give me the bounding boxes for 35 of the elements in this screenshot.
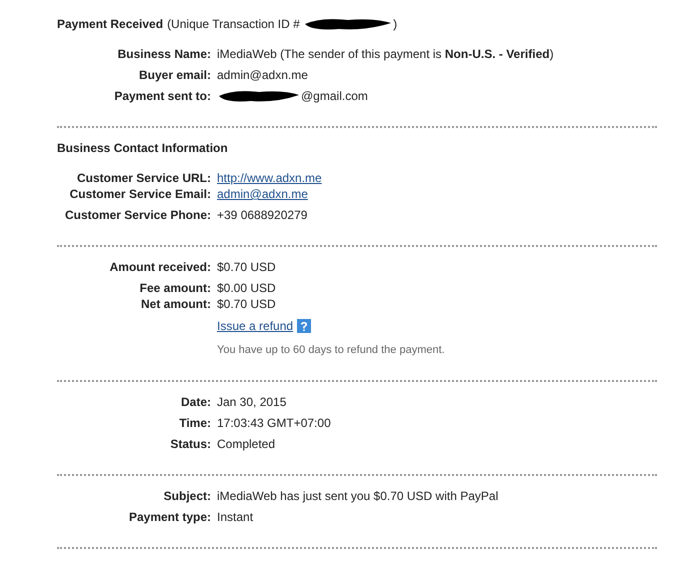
refund-link[interactable]: Issue a refund (217, 318, 294, 334)
field-label: Amount received: (108, 259, 211, 275)
field-value: Jan 30, 2015 (217, 394, 288, 410)
field-value: Completed (217, 436, 276, 452)
field-label: Customer Service Phone: (64, 207, 211, 223)
field-label: Buyer email: (138, 67, 211, 83)
section-title: Business Contact Information (57, 140, 228, 156)
field-value: +39 0688920279 (217, 207, 308, 223)
field-label: Net amount: (140, 296, 211, 312)
field-label: Customer Service URL: (76, 170, 211, 186)
field-value: $0.00 USD (217, 280, 277, 296)
link[interactable]: admin@adxn.me (217, 186, 657, 202)
field-label: Customer Service Email: (68, 186, 211, 202)
field-value: $0.70 USD (217, 296, 277, 312)
field-label: Time: (178, 415, 211, 431)
field-label: Payment sent to: (113, 88, 211, 104)
field-label: Business Name: (116, 46, 211, 62)
field-value: Instant (217, 509, 254, 525)
field-label: Fee amount: (138, 280, 211, 296)
field-label: Payment type: (128, 509, 211, 525)
field-label: Date: (180, 394, 211, 410)
section-title: Payment Received (57, 16, 164, 32)
field-value: iMediaWeb (The sender of this payment is Non-U.S. - Verified) (217, 46, 555, 62)
section-note: (Unique Transaction ID # (167, 16, 301, 32)
field-value: $0.70 USD (217, 259, 277, 275)
field-value: iMediaWeb has just sent you $0.70 USD with PayPal (217, 488, 500, 504)
field-value: 17:03:43 GMT+07:00 (217, 415, 332, 431)
field-label: Subject: (162, 488, 211, 504)
field-value: @gmail.com (301, 88, 368, 104)
section-note: ) (393, 16, 398, 32)
field-label: Status: (169, 436, 211, 452)
refund-note: You have up to 60 days to refund the payment. (217, 343, 446, 358)
help-icon[interactable] (297, 319, 312, 333)
link[interactable]: http://www.adxn.me (217, 170, 657, 186)
field-value: admin@adxn.me (217, 67, 309, 83)
